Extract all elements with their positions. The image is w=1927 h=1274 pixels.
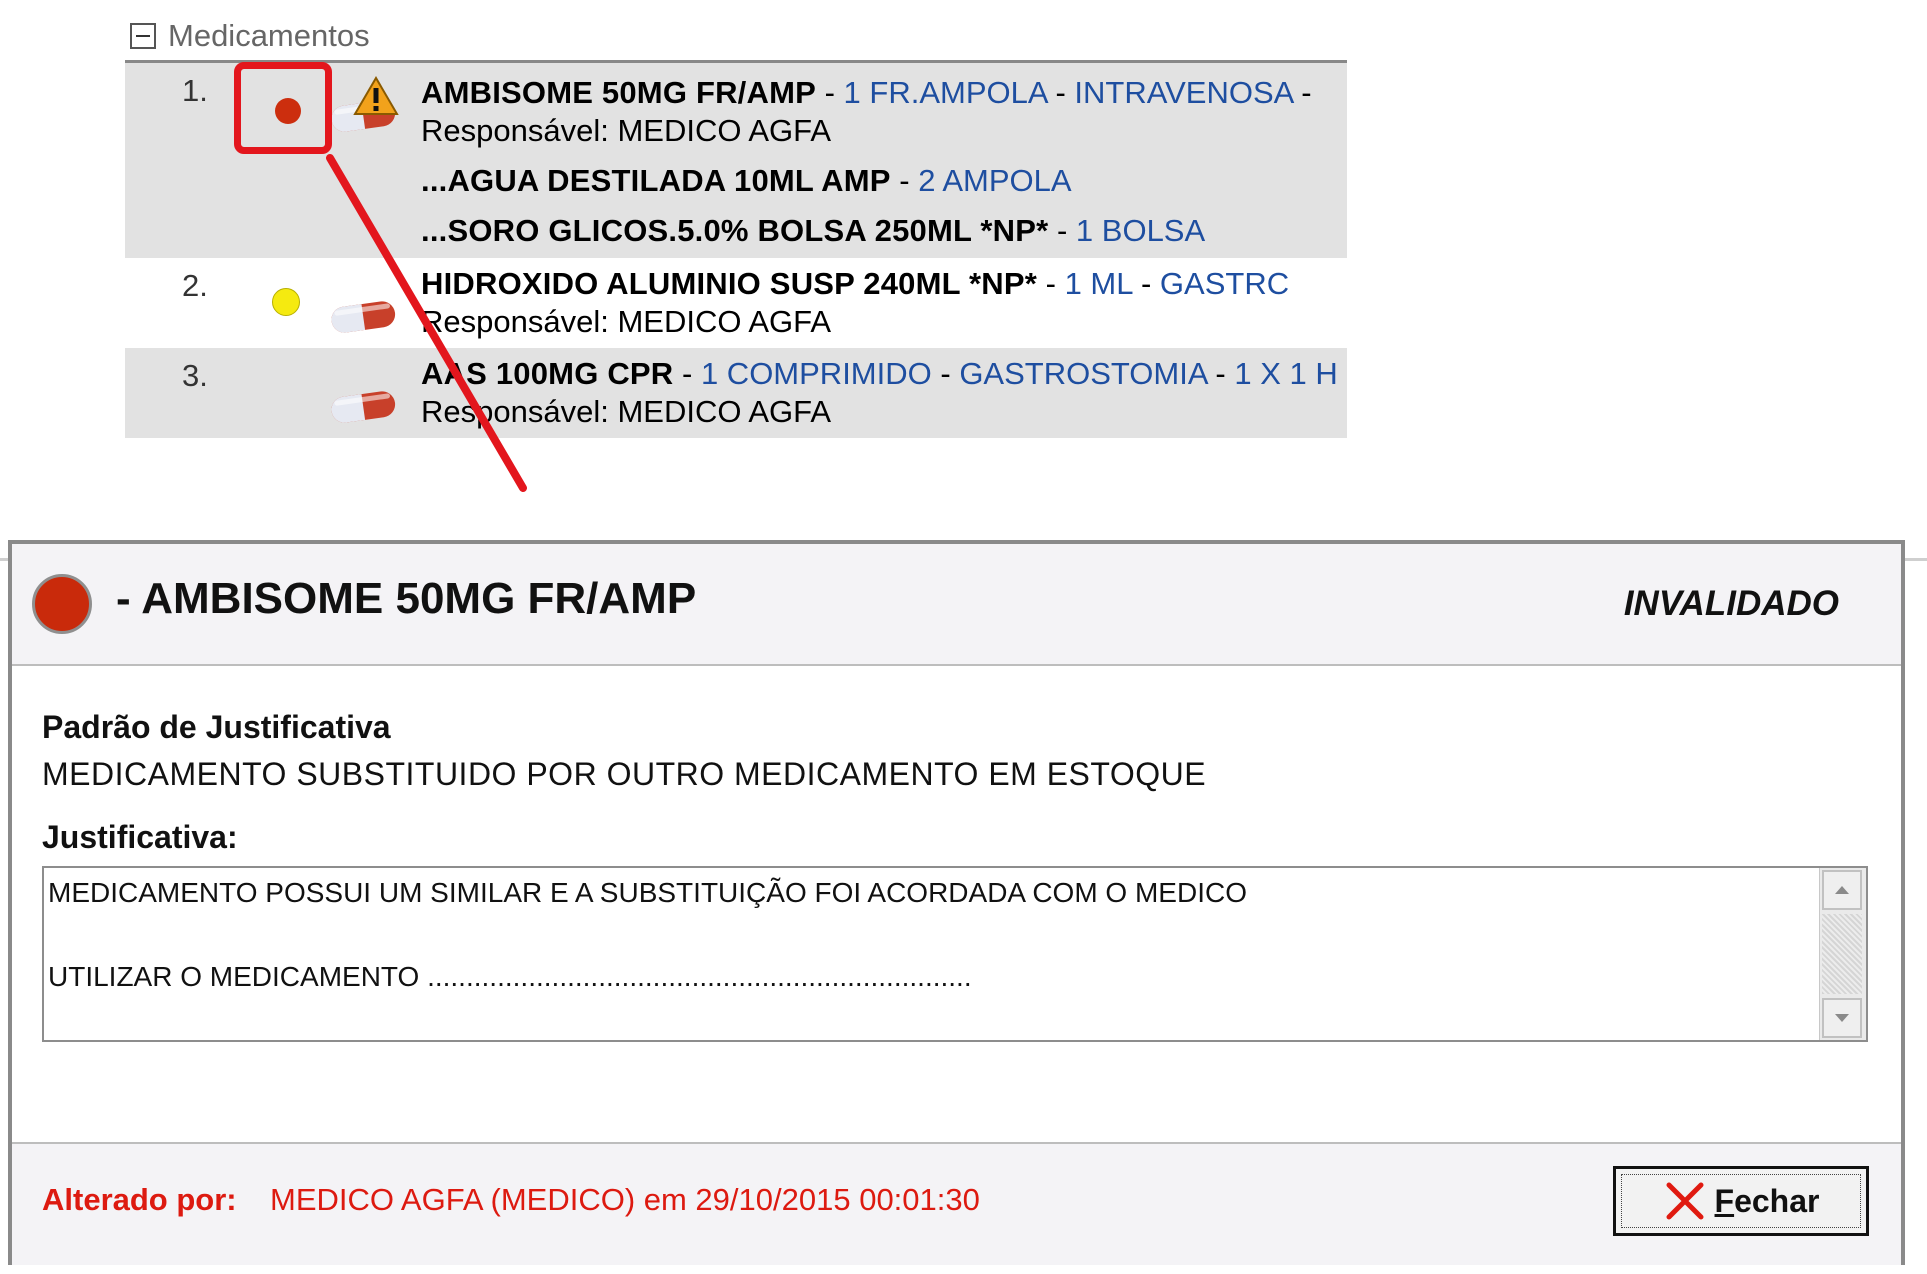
responsible-text: Responsável: MEDICO AGFA xyxy=(421,304,832,339)
status-badge: INVALIDADO xyxy=(1623,584,1839,623)
diluent-name: ...SORO GLICOS.5.0% BOLSA 250ML *NP* xyxy=(421,213,1049,248)
row-number: 2. xyxy=(182,268,208,303)
medication-route: GASTROSTOMIA xyxy=(959,356,1207,391)
dialog-header: - AMBISOME 50MG FR/AMP INVALIDADO xyxy=(12,544,1901,666)
medication-dose: 1 COMPRIMIDO xyxy=(700,356,932,391)
medication-row[interactable]: 2. HIDROXIDO ALUMINIO SUSP 240ML *NP* - … xyxy=(125,258,1347,348)
medication-line: AAS 100MG CPR - 1 COMPRIMIDO - GASTROSTO… xyxy=(421,356,1338,391)
responsible-text: Responsável: MEDICO AGFA xyxy=(421,113,832,148)
justification-text: MEDICAMENTO POSSUI UM SIMILAR E A SUBSTI… xyxy=(48,877,1247,992)
medication-line: HIDROXIDO ALUMINIO SUSP 240ML *NP* - 1 M… xyxy=(421,266,1290,301)
pill-capsule-icon xyxy=(331,301,396,333)
medication-route: GASTRC xyxy=(1159,266,1290,301)
medication-line: AMBISOME 50MG FR/AMP - 1 FR.AMPOLA - INT… xyxy=(421,75,1312,110)
diluent-line: ...SORO GLICOS.5.0% BOLSA 250ML *NP* - 1… xyxy=(421,213,1206,248)
status-yellow-dot-icon[interactable] xyxy=(272,288,300,316)
scrollbar-track[interactable] xyxy=(1822,914,1862,994)
justification-dialog: - AMBISOME 50MG FR/AMP INVALIDADO Padrão… xyxy=(8,540,1905,1265)
justification-label: Justificativa: xyxy=(42,819,238,855)
medication-name: HIDROXIDO ALUMINIO SUSP 240ML *NP* xyxy=(421,266,1038,301)
warning-triangle-icon xyxy=(353,76,399,115)
scroll-down-button[interactable] xyxy=(1822,998,1862,1038)
standard-justification-value: MEDICAMENTO SUBSTITUIDO POR OUTRO MEDICA… xyxy=(42,756,1207,792)
dialog-title: - AMBISOME 50MG FR/AMP xyxy=(116,574,697,623)
medication-route: INTRAVENOSA xyxy=(1074,75,1293,110)
row-number: 1. xyxy=(182,73,208,108)
vertical-scrollbar[interactable] xyxy=(1819,868,1866,1040)
standard-justification-label: Padrão de Justificativa xyxy=(42,709,391,745)
close-button-label: Fechar xyxy=(1714,1182,1820,1219)
section-title: Medicamentos xyxy=(168,18,370,53)
status-red-dot-icon xyxy=(32,574,92,634)
diluent-qty: 1 BOLSA xyxy=(1075,213,1206,248)
medication-name: AMBISOME 50MG FR/AMP xyxy=(421,75,816,110)
medication-name: AAS 100MG CPR xyxy=(421,356,674,391)
close-x-icon xyxy=(1666,1182,1704,1220)
arrow-up-icon xyxy=(1835,886,1849,894)
pill-capsule-icon xyxy=(331,391,396,423)
arrow-down-icon xyxy=(1835,1014,1849,1022)
diluent-name: ...AGUA DESTILADA 10ML AMP xyxy=(421,163,891,198)
medication-dose: 1 ML xyxy=(1064,266,1133,301)
collapse-minus-icon[interactable] xyxy=(130,23,156,49)
diluent-qty: 2 AMPOLA xyxy=(918,163,1072,198)
scroll-up-button[interactable] xyxy=(1822,870,1862,910)
medication-dose: 1 FR.AMPOLA xyxy=(843,75,1047,110)
medication-row[interactable]: 3. AAS 100MG CPR - 1 COMPRIMIDO - GASTRO… xyxy=(125,348,1347,438)
row-number: 3. xyxy=(182,358,208,393)
altered-by-value: MEDICO AGFA (MEDICO) em 29/10/2015 00:01… xyxy=(270,1182,980,1217)
highlight-callout-box xyxy=(234,62,332,154)
altered-by-label: Alterado por: xyxy=(42,1182,237,1217)
section-header: Medicamentos xyxy=(130,18,370,54)
close-button[interactable]: Fechar xyxy=(1613,1166,1869,1236)
diluent-line: ...AGUA DESTILADA 10ML AMP - 2 AMPOLA xyxy=(421,163,1072,198)
dialog-footer: Alterado por: MEDICO AGFA (MEDICO) em 29… xyxy=(12,1144,1901,1265)
medication-frequency: 1 X 1 H xyxy=(1234,356,1338,391)
responsible-text: Responsável: MEDICO AGFA xyxy=(421,394,832,429)
justification-textarea[interactable]: MEDICAMENTO POSSUI UM SIMILAR E A SUBSTI… xyxy=(42,866,1868,1042)
